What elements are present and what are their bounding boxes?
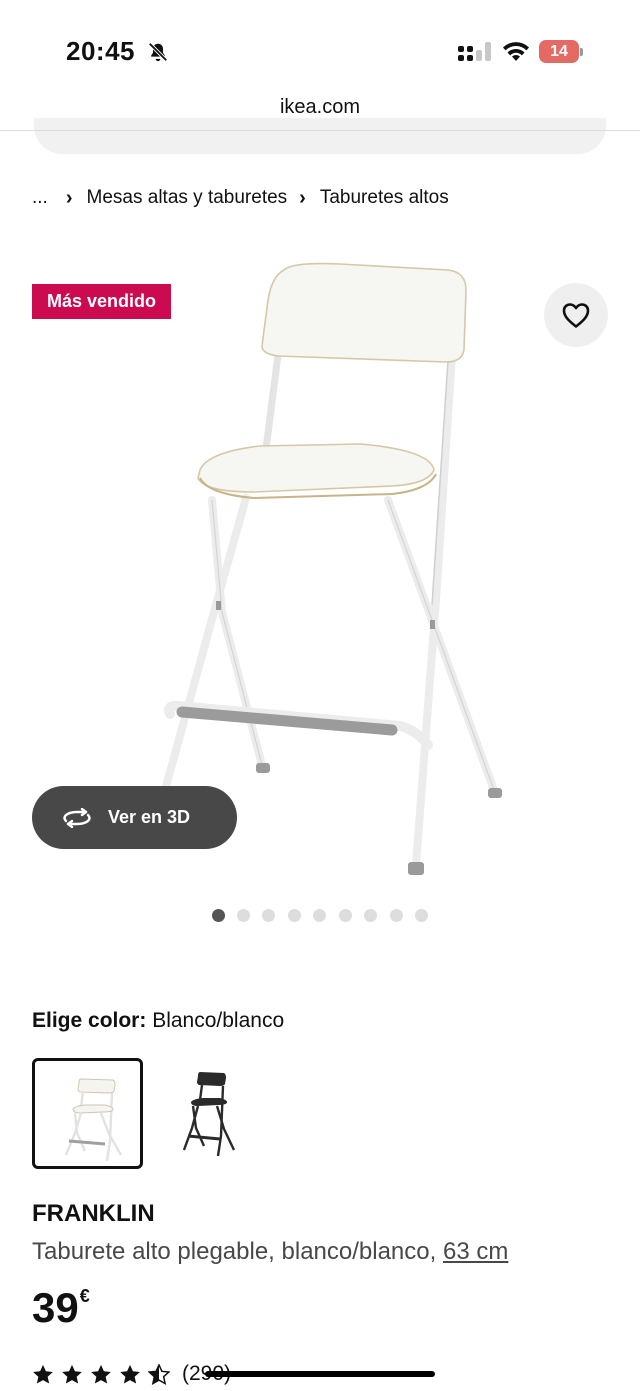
favourite-button[interactable]	[544, 283, 608, 347]
search-bar-remnant[interactable]	[34, 118, 606, 154]
price-amount: 39	[32, 1284, 79, 1331]
product-price: 39€	[32, 1284, 90, 1332]
star-half-icon	[148, 1364, 170, 1385]
wifi-icon	[503, 42, 529, 61]
status-time: 20:45	[66, 36, 135, 66]
product-name: FRANKLIN	[32, 1200, 155, 1227]
swatch-white[interactable]	[32, 1058, 143, 1169]
chevron-right-icon: ›	[65, 186, 73, 209]
star-icon	[120, 1364, 140, 1384]
view-in-3d-label: Ver en 3D	[108, 807, 191, 827]
color-selector-label: Elige color: Blanco/blanco	[32, 1009, 284, 1033]
battery-icon: 14	[539, 40, 583, 64]
carousel-dot-9[interactable]	[415, 909, 428, 922]
chevron-right-icon: ›	[299, 186, 306, 209]
breadcrumb-item-mesas-altas[interactable]: Mesas altas y taburetes	[87, 187, 288, 209]
url-divider	[0, 130, 640, 131]
browser-url[interactable]: ikea.com	[0, 96, 640, 119]
carousel-dot-7[interactable]	[364, 909, 377, 922]
color-value: Blanco/blanco	[152, 1009, 285, 1032]
star-icon	[33, 1364, 53, 1384]
rating-stars[interactable]	[32, 1364, 170, 1385]
color-label: Elige color:	[32, 1009, 147, 1032]
bell-muted-icon	[148, 42, 168, 62]
image-carousel-dots	[0, 909, 640, 923]
carousel-dot-5[interactable]	[313, 909, 326, 922]
battery-level: 14	[539, 40, 579, 63]
breadcrumb: ... › Mesas altas y taburetes › Taburete…	[32, 184, 449, 212]
heart-icon	[562, 303, 590, 328]
price-currency: €	[79, 1286, 90, 1306]
product-description-text: Taburete alto plegable, blanco/blanco,	[32, 1238, 437, 1265]
breadcrumb-item-taburetes-altos[interactable]: Taburetes altos	[320, 187, 449, 209]
star-icon	[62, 1364, 82, 1384]
status-bar: 20:45 14	[0, 0, 640, 100]
signal-icon	[458, 42, 491, 61]
product-description: Taburete alto plegable, blanco/blanco, 6…	[32, 1238, 508, 1266]
star-icon	[91, 1364, 111, 1384]
view-in-3d-button[interactable]: Ver en 3D	[32, 786, 237, 849]
product-size-link[interactable]: 63 cm	[443, 1238, 508, 1265]
breadcrumb-ellipsis[interactable]: ...	[32, 187, 48, 209]
home-indicator	[205, 1371, 435, 1377]
carousel-dot-3[interactable]	[262, 909, 275, 922]
carousel-dot-2[interactable]	[237, 909, 250, 922]
carousel-dot-6[interactable]	[339, 909, 352, 922]
carousel-dot-8[interactable]	[390, 909, 403, 922]
swatch-black[interactable]	[158, 1058, 269, 1169]
carousel-dot-4[interactable]	[288, 909, 301, 922]
carousel-dot-1[interactable]	[212, 909, 225, 922]
rotate-3d-icon	[63, 807, 91, 828]
